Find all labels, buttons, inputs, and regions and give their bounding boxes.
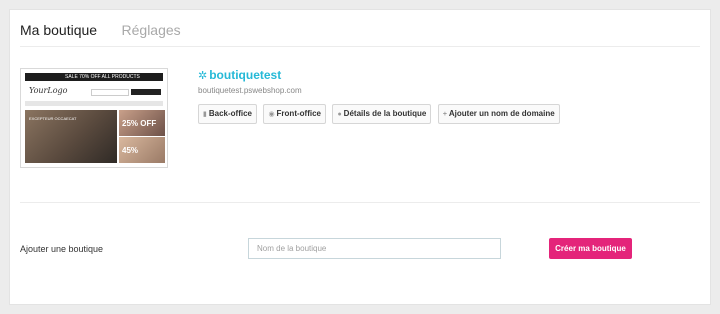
tab-reglages[interactable]: Réglages [122,22,181,38]
back-office-button[interactable]: ▮ Back-office [198,104,257,124]
section-divider [20,202,700,203]
thumbnail-logo: YourLogo [29,86,68,95]
thumbnail-hero-text: EXCEPTEUR OCCAECAT [29,116,77,121]
shop-thumbnail: SALE 70% OFF ALL PRODUCTS YourLogo EXCEP… [20,68,168,168]
shop-name-text: boutiquetest [209,68,282,82]
thumbnail-promo-1: 25% OFF [119,110,165,136]
back-office-label: Back-office [208,109,252,118]
shop-card: Ma boutique Réglages SALE 70% OFF ALL PR… [9,9,711,305]
thumbnail-promo-1-text: 25% OFF [122,119,157,128]
add-shop-label: Ajouter une boutique [20,244,104,254]
bookmark-icon: ▮ [203,111,207,118]
tabs-divider [20,46,700,47]
gear-icon: ✲ [198,70,208,82]
tab-bar: Ma boutique Réglages [20,22,201,46]
add-domain-button[interactable]: + Ajouter un nom de domaine [437,104,560,124]
thumbnail-navbar [25,101,163,106]
front-office-label: Front-office [276,109,321,118]
plus-icon: + [442,111,447,118]
thumbnail-searchbar [91,89,129,96]
shop-details-label: Détails de la boutique [343,109,427,118]
thumbnail-banner-text: SALE 70% OFF ALL PRODUCTS [65,74,140,80]
thumbnail-promo-2: 45% [119,137,165,163]
shop-name-link[interactable]: ✲ boutiquetest [198,68,281,82]
thumbnail-promo-2-text: 45% [122,146,139,155]
shop-url: boutiquetest.pswebshop.com [198,86,302,95]
tab-ma-boutique[interactable]: Ma boutique [20,22,97,38]
shop-actions: ▮ Back-office ◉ Front-office ● Détails de l… [198,103,562,124]
thumbnail-hero: EXCEPTEUR OCCAECAT [25,110,117,163]
front-office-button[interactable]: ◉ Front-office [263,104,326,124]
create-shop-button[interactable]: Créer ma boutique [549,238,632,259]
thumbnail-cart [131,89,161,95]
eye-icon: ◉ [268,111,275,118]
shop-details-button[interactable]: ● Détails de la boutique [332,104,432,124]
info-icon: ● [337,111,342,118]
shop-name-input[interactable] [248,238,501,259]
thumbnail-banner: SALE 70% OFF ALL PRODUCTS [25,73,163,81]
add-domain-label: Ajouter un nom de domaine [448,109,555,118]
